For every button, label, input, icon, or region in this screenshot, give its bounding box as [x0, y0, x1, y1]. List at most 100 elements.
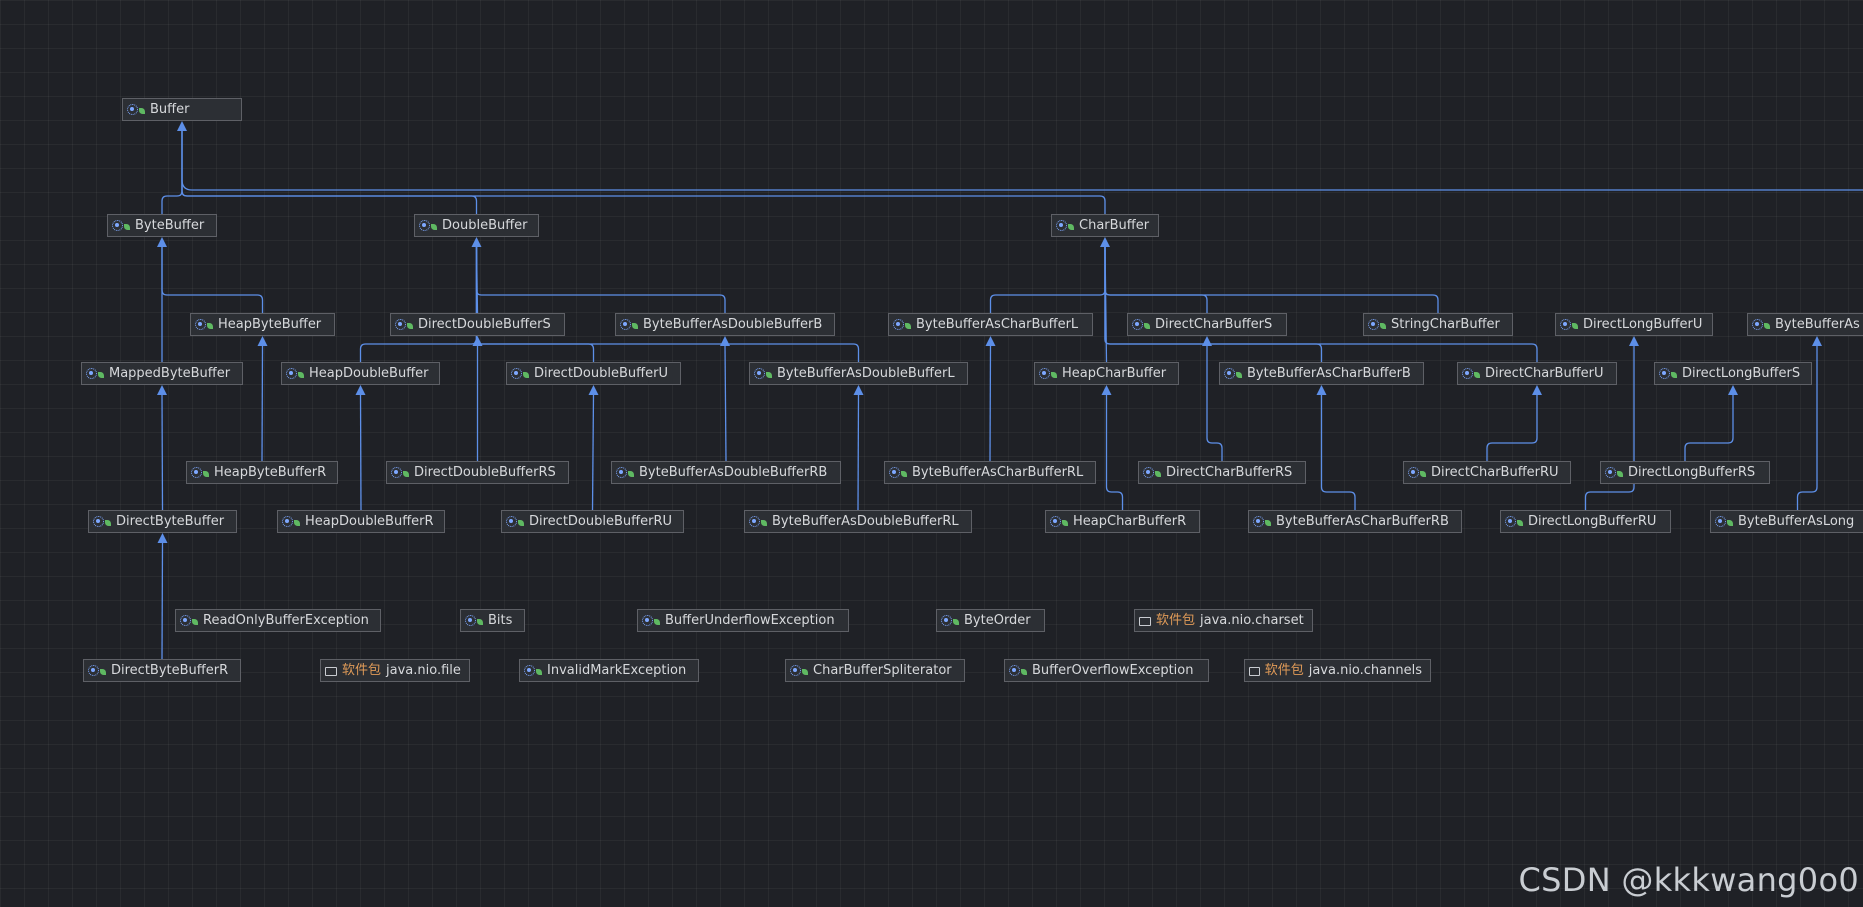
- node-label: HeapCharBufferR: [1073, 514, 1187, 529]
- package-icon: [1249, 666, 1260, 676]
- node-directcharbufferu[interactable]: DirectCharBufferU: [1457, 362, 1617, 385]
- class-icon: [127, 104, 145, 115]
- node-pkg_channels[interactable]: 软件包 java.nio.channels: [1244, 659, 1431, 682]
- node-invalidmarkexception[interactable]: InvalidMarkException: [519, 659, 699, 682]
- node-label: HeapDoubleBuffer: [309, 366, 429, 381]
- node-label: HeapDoubleBufferR: [305, 514, 434, 529]
- node-directdoublebufferu[interactable]: DirectDoubleBufferU: [506, 362, 681, 385]
- edge-bbasdoublebufferb-to-doublebuffer: [475, 246, 726, 313]
- class-icon: [112, 220, 130, 231]
- edge-directdoublebufferru-to-directdoublebufferu: [591, 393, 595, 511]
- node-heapbytebuffer[interactable]: HeapByteBuffer: [190, 313, 335, 336]
- node-heapbytebufferr[interactable]: HeapByteBufferR: [186, 461, 338, 484]
- node-mappedbytebuffer[interactable]: MappedByteBuffer: [81, 362, 243, 385]
- class-icon: [1605, 467, 1623, 478]
- edge-heapdoublebuffer-to-doublebuffer: [359, 246, 478, 362]
- node-label: ByteBuffer: [135, 218, 205, 233]
- node-label: HeapByteBufferR: [214, 465, 327, 480]
- node-doublebuffer[interactable]: DoubleBuffer: [414, 214, 539, 237]
- node-directcharbufferru[interactable]: DirectCharBufferRU: [1403, 461, 1571, 484]
- node-bbascharbufferrb[interactable]: ByteBufferAsCharBufferRB: [1248, 510, 1462, 533]
- node-bytebuffer[interactable]: ByteBuffer: [107, 214, 217, 237]
- arrowhead-heapcharbuffer: [1101, 385, 1112, 395]
- node-bbascharbufferl[interactable]: ByteBufferAsCharBufferL: [888, 313, 1093, 336]
- watermark: CSDN @kkkwang0o0: [1518, 861, 1859, 899]
- class-diagram: Buffer ByteBuffer DoubleBuffer CharBuffer He…: [0, 0, 1863, 907]
- class-icon: [191, 467, 209, 478]
- edge-directcharbufferu-to-charbuffer: [1104, 246, 1538, 362]
- node-charbuffer[interactable]: CharBuffer: [1051, 214, 1159, 237]
- node-heapdoublebuffer[interactable]: HeapDoubleBuffer: [281, 362, 440, 385]
- node-directdoublebuffers[interactable]: DirectDoubleBufferS: [390, 313, 565, 336]
- node-byteorder[interactable]: ByteOrder: [936, 609, 1045, 632]
- node-directlongbufferrs[interactable]: DirectLongBufferRS: [1600, 461, 1770, 484]
- node-label: ByteOrder: [964, 613, 1031, 628]
- node-directdoublebufferru[interactable]: DirectDoubleBufferRU: [501, 510, 684, 533]
- node-charbufferspliterator[interactable]: CharBufferSpliterator: [785, 659, 965, 682]
- class-icon: [749, 516, 767, 527]
- node-label: DirectLongBufferS: [1682, 366, 1801, 381]
- edge-buffer-bus-right: [181, 179, 1863, 191]
- node-directlongbufferru[interactable]: DirectLongBufferRU: [1500, 510, 1671, 533]
- node-pkg_file[interactable]: 软件包 java.nio.file: [320, 659, 470, 682]
- node-label: BufferOverflowException: [1032, 663, 1194, 678]
- node-bbaslong_bottom[interactable]: ByteBufferAsLong: [1710, 510, 1863, 533]
- node-stringcharbuffer[interactable]: StringCharBuffer: [1363, 313, 1513, 336]
- node-directlongbuffers[interactable]: DirectLongBufferS: [1654, 362, 1812, 385]
- node-directcharbufferrs[interactable]: DirectCharBufferRS: [1138, 461, 1306, 484]
- class-icon: [88, 665, 106, 676]
- arrowhead-heapdoublebuffer: [355, 385, 366, 395]
- edge-heapbytebufferr-to-heapbytebuffer: [261, 344, 264, 462]
- node-label: java.nio.channels: [1308, 663, 1422, 678]
- node-bbascharbufferrl[interactable]: ByteBufferAsCharBufferRL: [884, 461, 1096, 484]
- edge-directbytebuffer-to-mappedbytebuffer: [161, 393, 164, 511]
- edge-bbasdoublebufferrl-to-bbasdoublebufferl: [857, 393, 860, 511]
- node-label: MappedByteBuffer: [109, 366, 231, 381]
- node-label: CharBuffer: [1079, 218, 1150, 233]
- arrowhead-mappedbytebuffer: [157, 385, 167, 395]
- node-heapcharbuffer[interactable]: HeapCharBuffer: [1034, 362, 1179, 385]
- edge-heapbytebuffer-to-bytebuffer: [161, 246, 264, 313]
- class-icon: [790, 665, 808, 676]
- node-label: ReadOnlyBufferException: [203, 613, 369, 628]
- node-heapdoublebufferr[interactable]: HeapDoubleBufferR: [277, 510, 445, 533]
- node-pkg_charset[interactable]: 软件包 java.nio.charset: [1134, 609, 1313, 632]
- node-bbasdoublebufferrl[interactable]: ByteBufferAsDoubleBufferRL: [744, 510, 972, 533]
- arrowhead-directcharbuffers: [1202, 336, 1212, 346]
- arrowhead-doublebuffer: [471, 237, 482, 247]
- class-icon: [1039, 368, 1057, 379]
- node-directbytebuffer[interactable]: DirectByteBuffer: [88, 510, 237, 533]
- node-bufferunderflowexception[interactable]: BufferUnderflowException: [637, 609, 849, 632]
- node-directdoublebufferrs[interactable]: DirectDoubleBufferRS: [386, 461, 569, 484]
- class-icon: [195, 319, 213, 330]
- node-bbasdoublebufferl[interactable]: ByteBufferAsDoubleBufferL: [749, 362, 968, 385]
- node-label: DirectByteBufferR: [111, 663, 229, 678]
- node-bbasl_top[interactable]: ByteBufferAs: [1747, 313, 1863, 336]
- node-heapcharbufferr[interactable]: HeapCharBufferR: [1045, 510, 1200, 533]
- node-directcharbuffers[interactable]: DirectCharBufferS: [1127, 313, 1287, 336]
- class-icon: [286, 368, 304, 379]
- node-bbasdoublebufferrb[interactable]: ByteBufferAsDoubleBufferRB: [611, 461, 841, 484]
- node-bits[interactable]: Bits: [460, 609, 525, 632]
- node-directbytebufferr[interactable]: DirectByteBufferR: [83, 659, 241, 682]
- class-icon: [1715, 516, 1733, 527]
- class-icon: [506, 516, 524, 527]
- class-icon: [754, 368, 772, 379]
- node-bbasdoublebufferb[interactable]: ByteBufferAsDoubleBufferB: [615, 313, 835, 336]
- class-icon: [1132, 319, 1150, 330]
- node-readonlybufferexception[interactable]: ReadOnlyBufferException: [175, 609, 381, 632]
- node-label: HeapCharBuffer: [1062, 366, 1167, 381]
- class-icon: [1056, 220, 1074, 231]
- edge-bbascharbufferrl-to-bbascharbufferl: [989, 344, 992, 462]
- node-buffer[interactable]: Buffer: [122, 98, 242, 121]
- node-directlongbufferu[interactable]: DirectLongBufferU: [1555, 313, 1713, 336]
- class-icon: [1408, 467, 1426, 478]
- class-icon: [1560, 319, 1578, 330]
- arrowhead-directlongbufferu: [1629, 336, 1639, 346]
- arrowhead-bbasdoublebufferl: [853, 385, 864, 395]
- node-bufferoverflowexception[interactable]: BufferOverflowException: [1004, 659, 1209, 682]
- node-bbascharbufferb[interactable]: ByteBufferAsCharBufferB: [1219, 362, 1424, 385]
- arrowhead-directcharbufferu: [1532, 385, 1542, 395]
- node-label: java.nio.charset: [1200, 613, 1304, 628]
- node-label: DirectDoubleBufferRS: [414, 465, 556, 480]
